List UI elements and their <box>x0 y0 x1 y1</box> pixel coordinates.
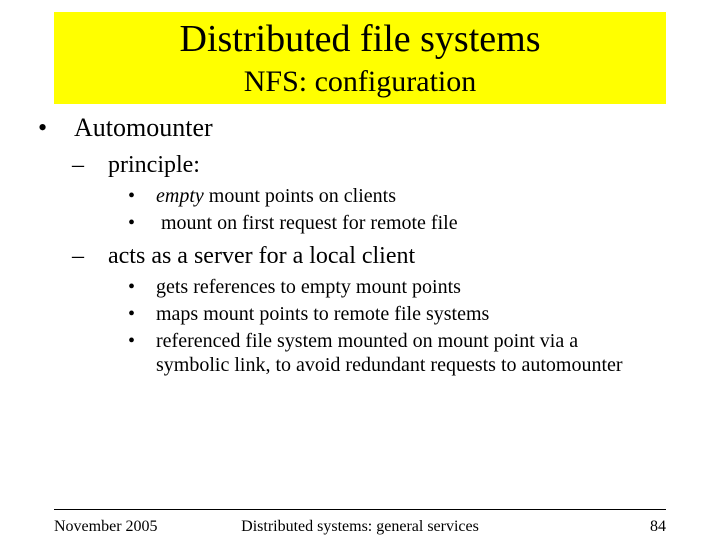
slide-body: •Automounter –principle: •empty mount po… <box>56 112 664 378</box>
slide-title: Distributed file systems <box>54 18 666 62</box>
dot-icon: • <box>142 302 156 326</box>
footer-date: November 2005 <box>54 518 158 536</box>
bullet-level3: •referenced file system mounted on mount… <box>156 329 664 377</box>
title-block: Distributed file systems NFS: configurat… <box>54 12 666 104</box>
dash-icon: – <box>90 150 108 180</box>
bullet-level1: •Automounter <box>74 112 664 145</box>
bullet-level2: –principle: <box>108 150 664 180</box>
emphasis: empty <box>156 185 204 207</box>
bullet-level3: • mount on first request for remote file <box>156 211 664 235</box>
bullet-text: mount on first request for remote file <box>156 212 458 234</box>
dot-icon: • <box>142 184 156 208</box>
dash-icon: – <box>90 241 108 271</box>
bullet-text: acts as a server for a local client <box>108 243 415 269</box>
bullet-level3: •maps mount points to remote file system… <box>156 302 664 326</box>
dot-icon: • <box>142 329 156 353</box>
page-number: 84 <box>650 518 666 536</box>
bullet-text: maps mount points to remote file systems <box>156 303 489 325</box>
bullet-text: referenced file system mounted on mount … <box>156 330 623 376</box>
bullet-text: principle: <box>108 152 200 178</box>
bullet-text: gets references to empty mount points <box>156 276 461 298</box>
slide-subtitle: NFS: configuration <box>54 64 666 100</box>
bullet-icon: • <box>56 112 74 145</box>
bullet-level3: •gets references to empty mount points <box>156 275 664 299</box>
bullet-text: mount points on clients <box>204 185 396 207</box>
bullet-level2: –acts as a server for a local client <box>108 241 664 271</box>
footer-divider <box>54 509 666 510</box>
dot-icon: • <box>142 211 156 235</box>
dot-icon: • <box>142 275 156 299</box>
bullet-text: Automounter <box>74 113 213 142</box>
slide-footer: November 2005 Distributed systems: gener… <box>54 518 666 536</box>
bullet-level3: •empty mount points on clients <box>156 184 664 208</box>
